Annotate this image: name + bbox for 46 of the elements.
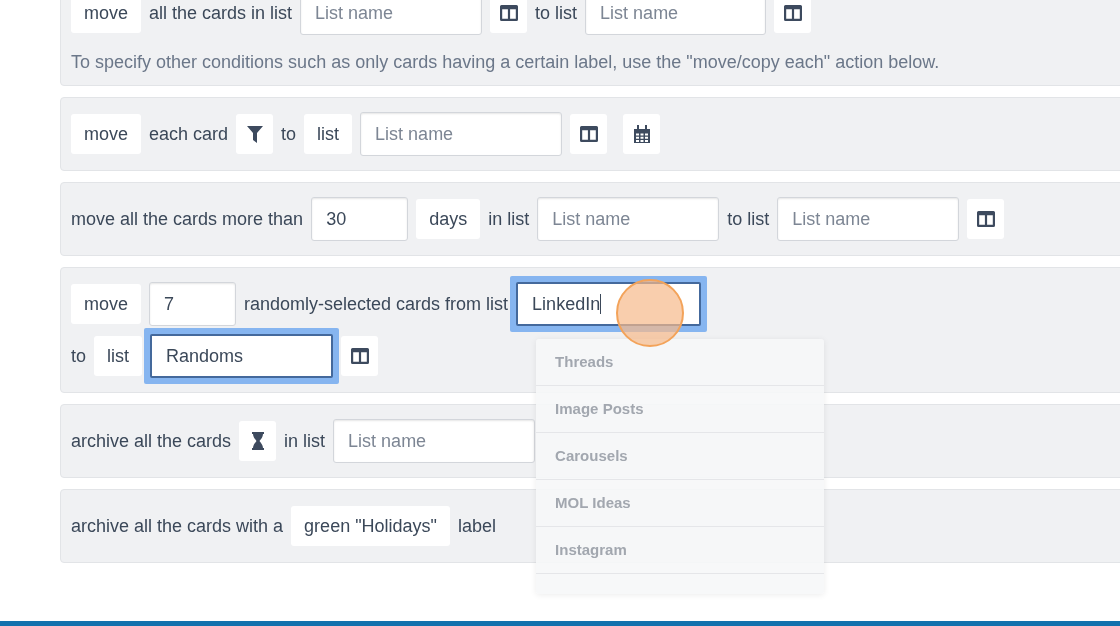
- input-field[interactable]: 30: [311, 197, 409, 241]
- rule-text: label: [457, 514, 496, 538]
- rule-text: to list: [535, 1, 578, 25]
- rule-text: to list: [727, 207, 770, 231]
- rule-text: archive all the cards with a: [71, 514, 284, 538]
- input-field[interactable]: List name: [333, 419, 536, 463]
- input-field[interactable]: List name: [537, 197, 720, 241]
- columns-icon: [579, 126, 598, 142]
- input-field[interactable]: List name: [585, 0, 767, 35]
- columns-icon: [976, 211, 995, 227]
- timer-button[interactable]: [239, 421, 277, 461]
- rule-text: all the cards in list: [149, 1, 293, 25]
- input-field[interactable]: 7: [149, 282, 236, 326]
- selector-button[interactable]: days: [416, 199, 481, 239]
- rule-text: to: [71, 344, 86, 368]
- rule-text: archive all the cards: [71, 429, 232, 453]
- rule-text: randomly-selected cards from list: [244, 292, 509, 316]
- input-field[interactable]: List name: [360, 112, 563, 156]
- rule-text: to: [281, 122, 297, 146]
- columns-icon: [350, 348, 369, 364]
- list-picker-button[interactable]: [341, 336, 378, 376]
- list-picker-button[interactable]: [490, 0, 528, 33]
- selector-button[interactable]: list: [94, 336, 142, 376]
- selector-button[interactable]: move: [71, 284, 141, 324]
- list-picker-button[interactable]: [570, 114, 608, 154]
- selector-button[interactable]: move: [71, 114, 141, 154]
- calendar-button[interactable]: [623, 114, 661, 154]
- input-field[interactable]: List name: [300, 0, 483, 35]
- input-field[interactable]: List name: [777, 197, 960, 241]
- rule-text: each card: [149, 122, 229, 146]
- filter-button[interactable]: [236, 114, 274, 154]
- columns-icon: [783, 5, 802, 21]
- input-field[interactable]: Randoms: [144, 328, 339, 384]
- selector-button[interactable]: list: [304, 114, 353, 154]
- columns-icon: [499, 5, 518, 21]
- list-picker-button[interactable]: [774, 0, 812, 33]
- selector-button[interactable]: green "Holidays": [291, 506, 450, 546]
- rule-text: in list: [488, 207, 530, 231]
- list-picker-button[interactable]: [967, 199, 1005, 239]
- selector-button[interactable]: move: [71, 0, 141, 33]
- hourglass-icon: [251, 432, 264, 450]
- filter-icon: [246, 125, 263, 143]
- rule-text: in list: [284, 429, 326, 453]
- rule-text: move all the cards more than: [71, 207, 304, 231]
- calendar-icon: [633, 125, 650, 143]
- help-text: To specify other conditions such as only cards having a certain label, use the "move/copy each" action below.: [71, 51, 941, 74]
